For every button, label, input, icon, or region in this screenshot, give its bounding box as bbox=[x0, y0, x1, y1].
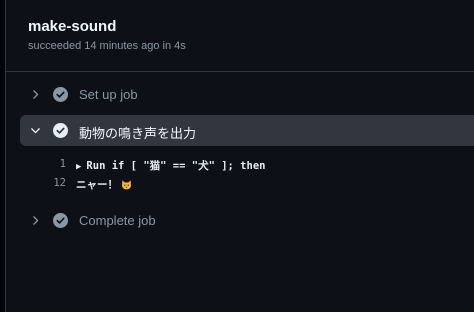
chevron-right-icon bbox=[33, 90, 39, 99]
log-text: ニャー！ bbox=[76, 179, 118, 191]
job-title: make-sound bbox=[28, 18, 117, 35]
success-check-icon bbox=[53, 123, 68, 138]
cat-face-icon bbox=[122, 180, 131, 190]
success-check-icon bbox=[53, 213, 68, 228]
step-complete-job[interactable]: Complete job bbox=[20, 205, 474, 236]
chevron-right-icon bbox=[33, 216, 39, 225]
log-line: 12 ニャー！ bbox=[6, 176, 474, 192]
success-check-icon bbox=[53, 87, 68, 102]
log-text: Run if [ "猫" == "犬" ]; then bbox=[86, 160, 266, 172]
log-line-number: 12 bbox=[53, 177, 66, 189]
log-line-text: ▶ Run if [ "猫" == "犬" ]; then bbox=[76, 158, 265, 173]
job-header: make-sound succeeded 14 minutes ago in 4… bbox=[6, 0, 474, 72]
job-status: succeeded 14 minutes ago in 4s bbox=[28, 40, 186, 52]
expand-triangle-icon[interactable]: ▶ bbox=[76, 162, 81, 172]
step-output-animal-sound[interactable]: 動物の鳴き声を出力 bbox=[20, 115, 474, 146]
chevron-down-icon bbox=[31, 128, 40, 134]
job-panel: make-sound succeeded 14 minutes ago in 4… bbox=[5, 0, 474, 312]
step-label: 動物の鳴き声を出力 bbox=[79, 126, 197, 141]
step-label: Set up job bbox=[79, 87, 138, 102]
log-line-text: ニャー！ bbox=[76, 177, 132, 192]
log-line[interactable]: 1 ▶ Run if [ "猫" == "犬" ]; then bbox=[6, 157, 474, 173]
log-line-number: 1 bbox=[59, 158, 66, 170]
step-set-up-job[interactable]: Set up job bbox=[20, 79, 474, 110]
step-label: Complete job bbox=[79, 213, 156, 228]
